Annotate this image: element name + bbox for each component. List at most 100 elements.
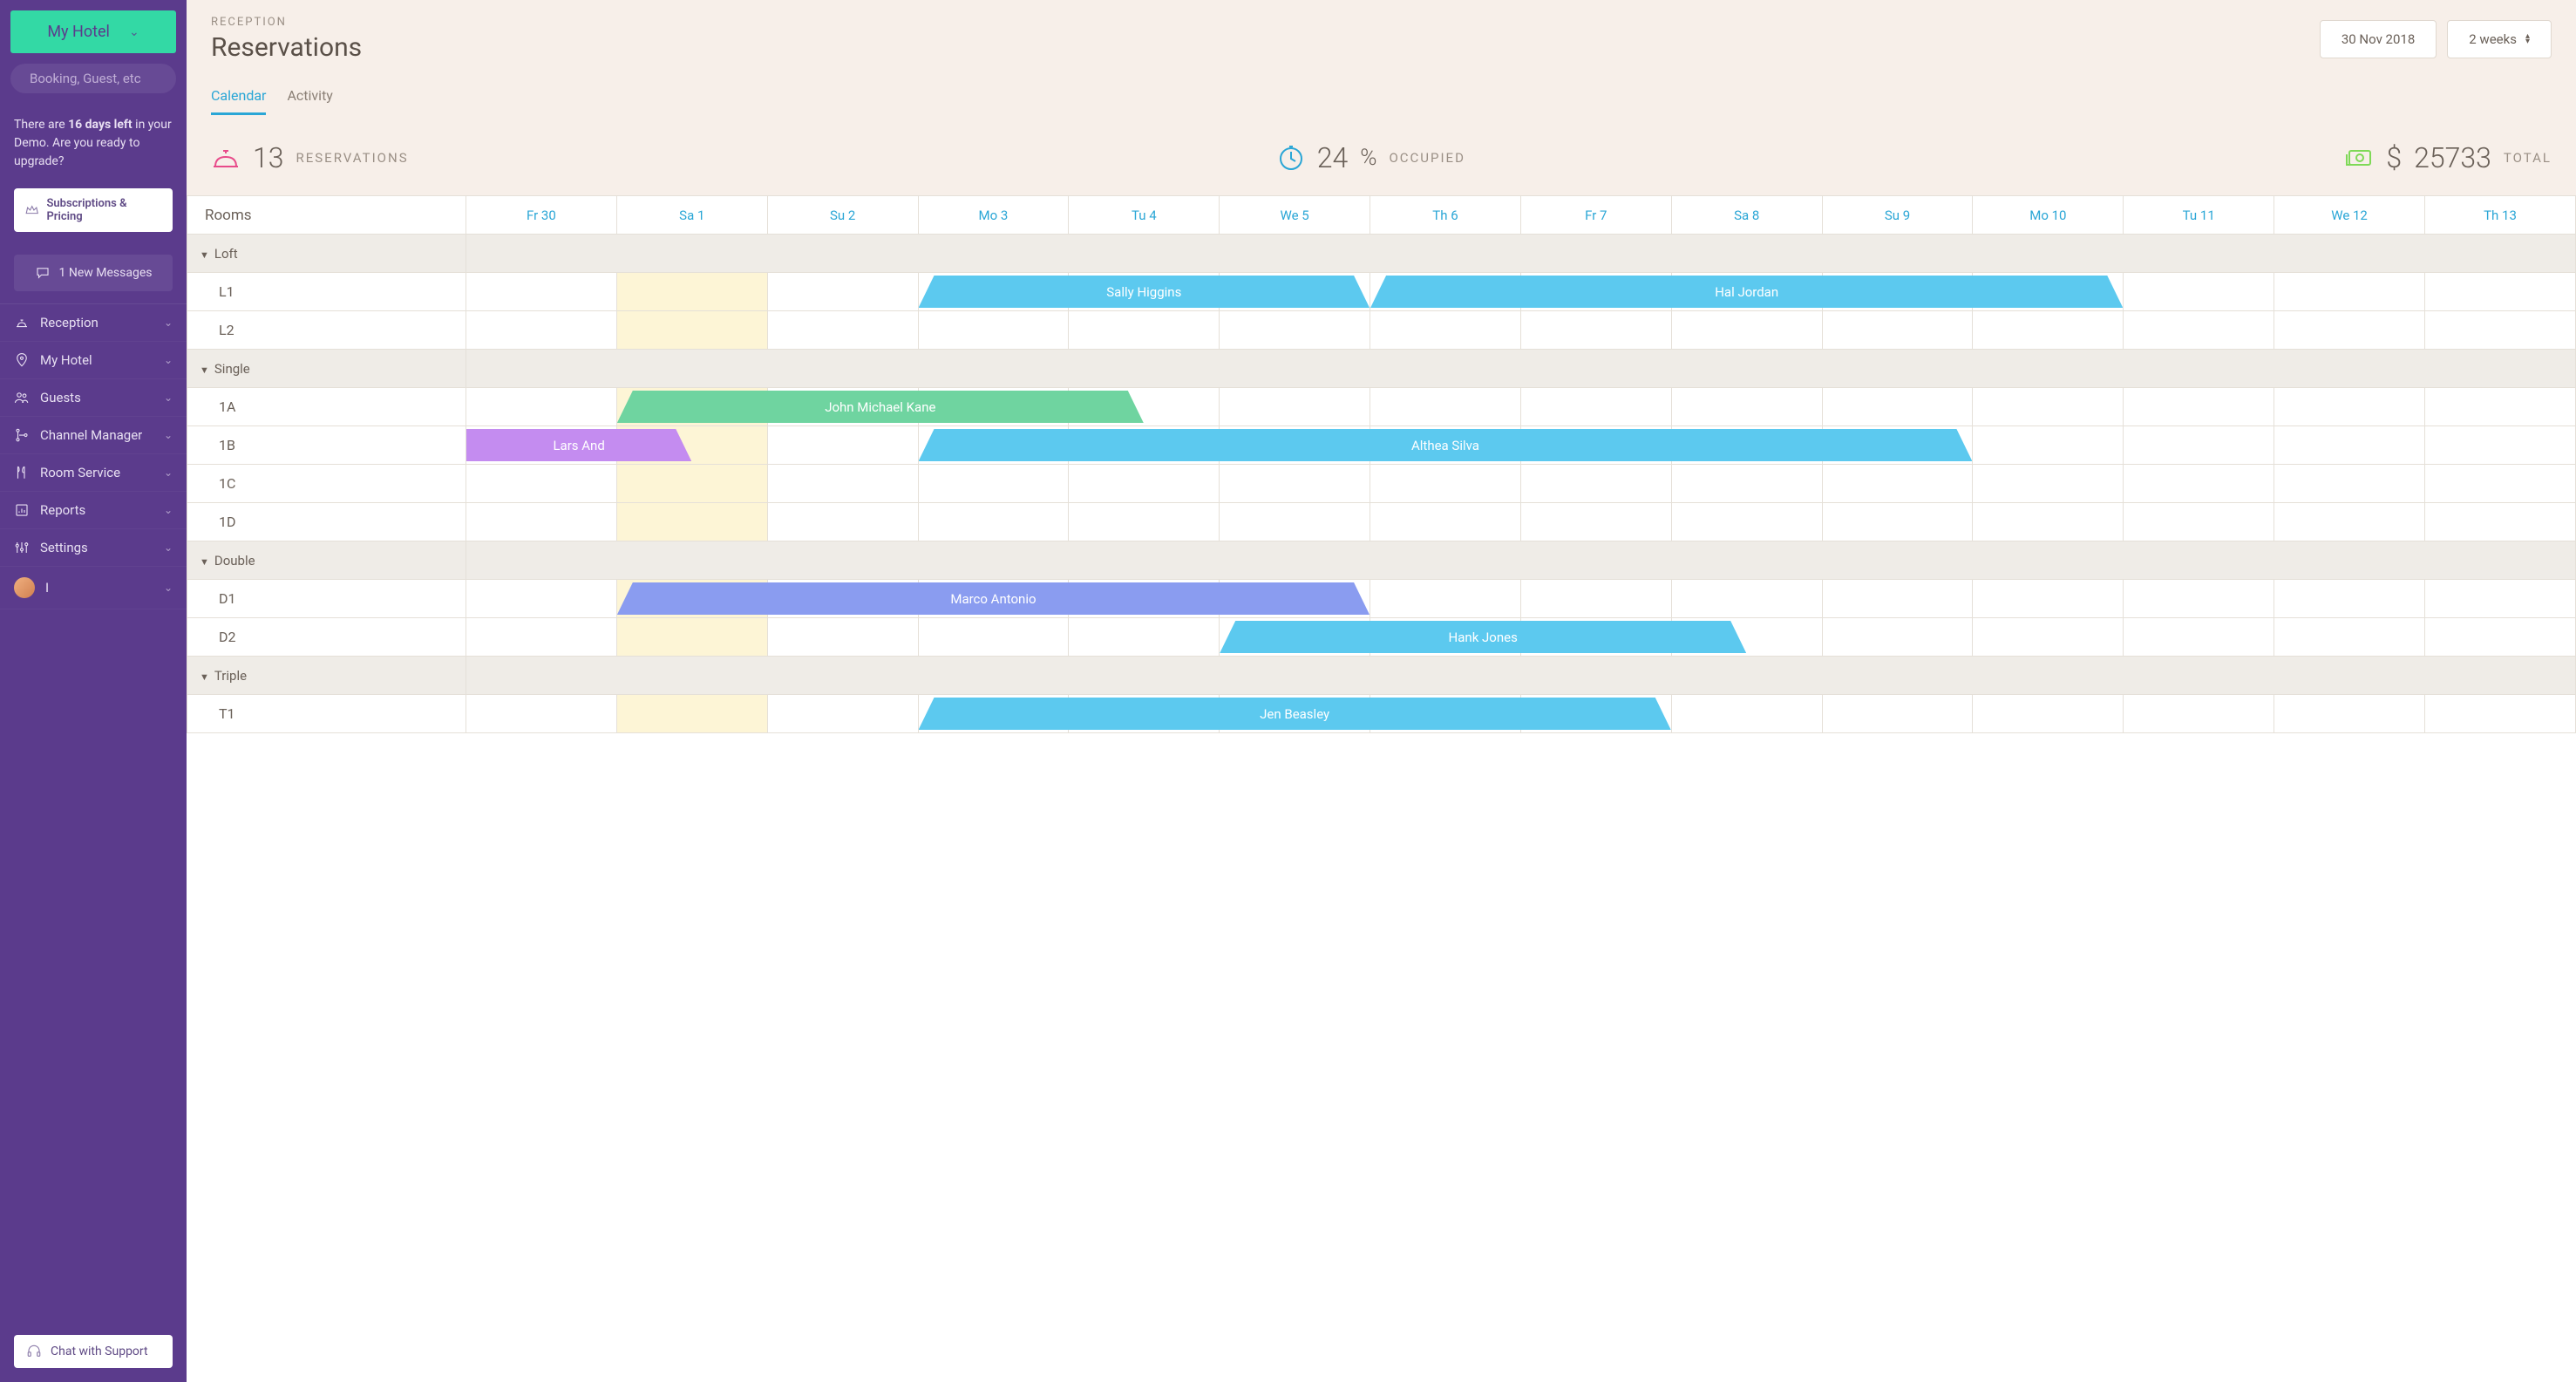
calendar-cell[interactable] [1220, 388, 1370, 426]
calendar-cell[interactable]: Althea Silva [918, 426, 1069, 465]
day-header[interactable]: Tu 11 [2124, 196, 2274, 235]
calendar-cell[interactable] [2424, 426, 2575, 465]
calendar-cell[interactable]: Lars And [466, 426, 617, 465]
range-select[interactable]: 2 weeks ▴▾ [2447, 20, 2552, 58]
calendar-cell[interactable] [1822, 465, 1973, 503]
calendar-cell[interactable] [2274, 618, 2425, 657]
calendar-cell[interactable] [616, 695, 767, 733]
calendar-cell[interactable] [466, 273, 617, 311]
calendar-cell[interactable] [1370, 388, 1521, 426]
calendar-cell[interactable]: John Michael Kane [616, 388, 767, 426]
room-label[interactable]: L1 [187, 273, 466, 311]
sidebar-item-reports[interactable]: Reports ⌄ [0, 492, 187, 529]
calendar-cell[interactable] [1822, 580, 1973, 618]
calendar-cell[interactable] [1822, 503, 1973, 541]
room-label[interactable]: 1B [187, 426, 466, 465]
calendar-cell[interactable] [1973, 618, 2124, 657]
date-picker-button[interactable]: 30 Nov 2018 [2320, 20, 2437, 58]
calendar-cell[interactable] [1069, 465, 1220, 503]
calendar-cell[interactable] [2274, 426, 2425, 465]
calendar-cell[interactable] [466, 580, 617, 618]
calendar-cell[interactable] [2424, 273, 2575, 311]
calendar-cell[interactable] [616, 273, 767, 311]
calendar-cell[interactable] [767, 695, 918, 733]
day-header[interactable]: Su 9 [1822, 196, 1973, 235]
calendar-cell[interactable] [1671, 580, 1822, 618]
calendar-cell[interactable] [1973, 311, 2124, 350]
calendar-cell[interactable] [1973, 580, 2124, 618]
calendar-cell[interactable] [616, 465, 767, 503]
calendar-cell[interactable] [1822, 311, 1973, 350]
calendar-cell[interactable] [1973, 465, 2124, 503]
calendar-cell[interactable] [767, 503, 918, 541]
calendar-cell[interactable] [918, 311, 1069, 350]
calendar-cell[interactable] [466, 503, 617, 541]
calendar-cell[interactable] [2424, 695, 2575, 733]
day-header[interactable]: Th 13 [2424, 196, 2575, 235]
calendar-cell[interactable] [2274, 388, 2425, 426]
day-header[interactable]: We 5 [1220, 196, 1370, 235]
room-label[interactable]: 1A [187, 388, 466, 426]
calendar-cell[interactable] [1973, 695, 2124, 733]
calendar-cell[interactable] [2124, 503, 2274, 541]
calendar-cell[interactable] [1973, 388, 2124, 426]
calendar-cell[interactable] [466, 388, 617, 426]
calendar-cell[interactable]: Hal Jordan [1370, 273, 1521, 311]
calendar-cell[interactable] [2124, 695, 2274, 733]
calendar-cell[interactable] [1822, 695, 1973, 733]
calendar-cell[interactable] [466, 465, 617, 503]
calendar-container[interactable]: RoomsFr 30Sa 1Su 2Mo 3Tu 4We 5Th 6Fr 7Sa… [187, 195, 2576, 1382]
calendar-cell[interactable] [1069, 618, 1220, 657]
calendar-cell[interactable] [1220, 465, 1370, 503]
calendar-cell[interactable] [2424, 388, 2575, 426]
day-header[interactable]: We 12 [2274, 196, 2425, 235]
calendar-cell[interactable] [767, 465, 918, 503]
hotel-select-button[interactable]: My Hotel ⌄ [10, 10, 176, 53]
calendar-cell[interactable] [918, 465, 1069, 503]
calendar-cell[interactable] [2424, 465, 2575, 503]
calendar-cell[interactable] [1520, 465, 1671, 503]
calendar-cell[interactable] [1671, 311, 1822, 350]
calendar-cell[interactable] [1671, 695, 1822, 733]
reservation-bar[interactable]: Jen Beasley [919, 698, 1671, 730]
calendar-cell[interactable] [918, 618, 1069, 657]
calendar-cell[interactable] [1973, 426, 2124, 465]
room-label[interactable]: L2 [187, 311, 466, 350]
calendar-cell[interactable] [2274, 273, 2425, 311]
reservation-bar[interactable]: Sally Higgins [919, 276, 1370, 308]
calendar-cell[interactable] [1370, 311, 1521, 350]
room-label[interactable]: D2 [187, 618, 466, 657]
day-header[interactable]: Fr 30 [466, 196, 617, 235]
day-header[interactable]: Th 6 [1370, 196, 1521, 235]
calendar-cell[interactable] [767, 273, 918, 311]
calendar-cell[interactable] [2124, 273, 2274, 311]
room-group-toggle[interactable]: ▼Loft [187, 235, 466, 273]
chat-support-button[interactable]: Chat with Support [14, 1335, 173, 1368]
tab-activity[interactable]: Activity [287, 78, 332, 115]
calendar-cell[interactable] [1220, 311, 1370, 350]
reservation-bar[interactable]: Hank Jones [1220, 621, 1746, 653]
calendar-cell[interactable] [1520, 580, 1671, 618]
reservation-bar[interactable]: Marco Antonio [617, 582, 1370, 615]
day-header[interactable]: Sa 1 [616, 196, 767, 235]
calendar-cell[interactable] [2424, 311, 2575, 350]
calendar-cell[interactable] [2274, 503, 2425, 541]
sidebar-item-channel-manager[interactable]: Channel Manager ⌄ [0, 417, 187, 454]
messages-button[interactable]: 1 New Messages [14, 255, 173, 291]
calendar-cell[interactable] [1822, 618, 1973, 657]
search-box[interactable] [10, 64, 176, 93]
calendar-cell[interactable] [767, 618, 918, 657]
calendar-cell[interactable] [466, 695, 617, 733]
calendar-cell[interactable] [2274, 580, 2425, 618]
calendar-cell[interactable] [1220, 503, 1370, 541]
room-label[interactable]: D1 [187, 580, 466, 618]
reservation-bar[interactable]: Lars And [466, 429, 691, 461]
day-header[interactable]: Mo 10 [1973, 196, 2124, 235]
calendar-cell[interactable] [2274, 465, 2425, 503]
sidebar-item-user[interactable]: I ⌄ [0, 567, 187, 609]
day-header[interactable]: Tu 4 [1069, 196, 1220, 235]
calendar-cell[interactable] [2124, 465, 2274, 503]
calendar-cell[interactable] [1370, 465, 1521, 503]
day-header[interactable]: Su 2 [767, 196, 918, 235]
calendar-cell[interactable] [2274, 695, 2425, 733]
